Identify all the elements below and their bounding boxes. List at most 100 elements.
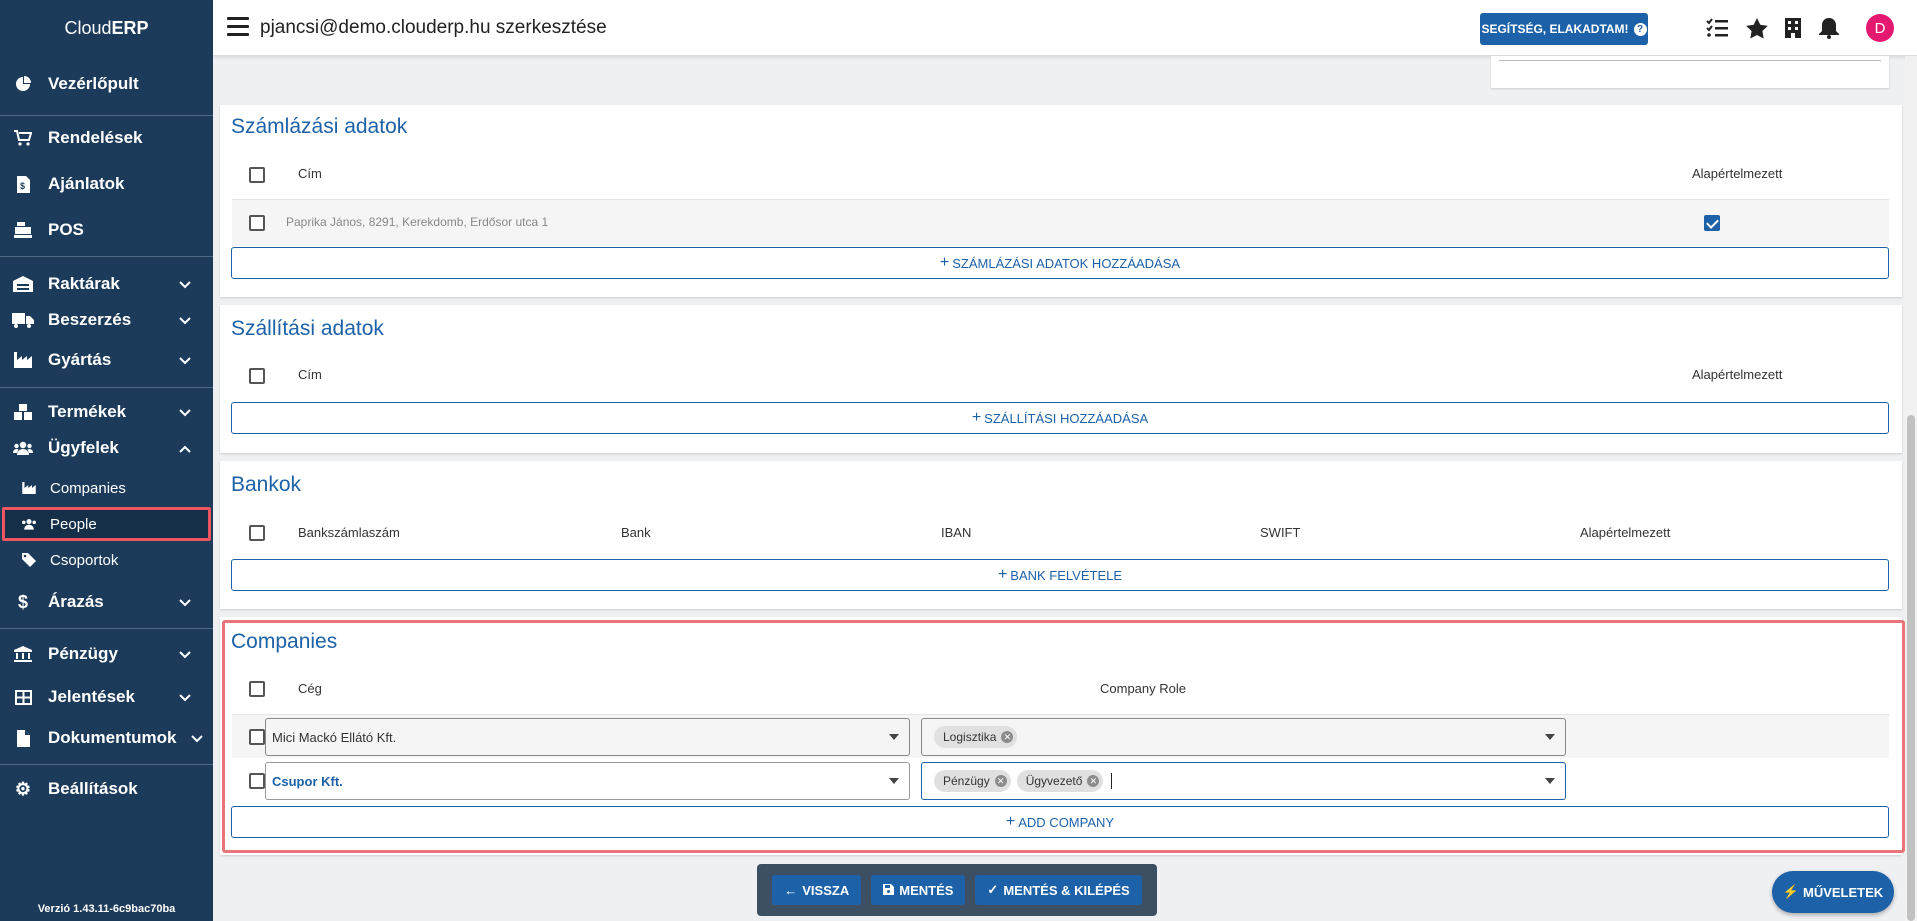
role-chip[interactable]: Ügyvezető ✕: [1016, 770, 1104, 792]
banks-select-all-checkbox[interactable]: [249, 525, 265, 541]
help-button[interactable]: SEGÍTSÉG, ELAKADTAM!?: [1480, 13, 1648, 45]
warehouse-icon: [12, 276, 34, 292]
sidebar-item-quotes[interactable]: $ Ajánlatok: [0, 168, 213, 200]
sidebar: Cloud ERP Vezérlőpult Rendelések $ Ajánla…: [0, 0, 213, 921]
companies-panel: Companies Cég Company Role Mici Mackó El…: [220, 617, 1902, 855]
billing-select-all-checkbox[interactable]: [249, 167, 265, 183]
sidebar-item-products[interactable]: Termékek: [0, 396, 213, 428]
row-checkbox[interactable]: [249, 215, 265, 231]
gear-icon: ⚙: [14, 778, 32, 799]
default-checkbox[interactable]: [1704, 215, 1720, 231]
company-select[interactable]: Mici Mackó Ellátó Kft.: [265, 718, 910, 756]
companies-col-role: Company Role: [1100, 681, 1186, 696]
factory-icon: [12, 352, 34, 368]
banks-title: Bankok: [231, 473, 302, 496]
factory-icon: [20, 482, 38, 494]
dropdown-caret-icon: [889, 734, 899, 740]
shipping-select-all-checkbox[interactable]: [249, 368, 265, 384]
banks-col-default: Alapértelmezett: [1580, 525, 1671, 540]
remove-chip-icon[interactable]: ✕: [1001, 731, 1014, 743]
sidebar-subitem-companies[interactable]: Companies: [0, 472, 213, 504]
users-icon: [12, 441, 34, 455]
remove-chip-icon[interactable]: ✕: [1087, 775, 1100, 787]
bell-icon[interactable]: [1817, 16, 1841, 40]
avatar[interactable]: D: [1866, 14, 1894, 42]
version-label: Verzió 1.43.11-6c9bac70ba: [37, 903, 176, 915]
role-chip[interactable]: Logisztika ✕: [934, 726, 1018, 748]
brand-logo[interactable]: Cloud ERP: [0, 0, 213, 56]
sidebar-item-manufacturing[interactable]: Gyártás: [0, 344, 213, 376]
sidebar-item-warehouses[interactable]: Raktárak: [0, 268, 213, 300]
chevron-down-icon: [179, 350, 191, 370]
add-shipping-button[interactable]: + SZÁLLÍTÁSI HOZZÁADÁSA: [231, 402, 1889, 434]
sidebar-item-customers[interactable]: Ügyfelek: [0, 432, 213, 464]
sidebar-item-settings[interactable]: ⚙ Beállítások: [0, 773, 213, 805]
scrollbar-thumb[interactable]: [1907, 415, 1915, 921]
row-checkbox[interactable]: [249, 773, 265, 789]
chevron-down-icon: [179, 687, 191, 707]
bottom-action-bar: ← VISSZA MENTÉS ✓ MENTÉS & KILÉPÉS: [757, 864, 1157, 916]
dropdown-caret-icon: [1545, 778, 1555, 784]
sidebar-item-purchasing[interactable]: Beszerzés: [0, 304, 213, 336]
companies-select-all-checkbox[interactable]: [249, 681, 265, 697]
save-button[interactable]: MENTÉS: [871, 875, 966, 905]
building-icon[interactable]: [1781, 16, 1805, 40]
sidebar-item-finance[interactable]: Pénzügy: [0, 638, 213, 670]
shipping-title: Szállítási adatok: [231, 317, 384, 340]
partial-card: [1491, 56, 1889, 88]
sidebar-subitem-people[interactable]: People: [0, 508, 213, 540]
sidebar-item-orders[interactable]: Rendelések: [0, 122, 213, 154]
actions-fab-button[interactable]: ⚡ MŰVELETEK: [1772, 871, 1894, 913]
shipping-panel: Szállítási adatok Cím Alapértelmezett + S…: [220, 305, 1902, 453]
chevron-down-icon: [179, 644, 191, 664]
company-role-select[interactable]: Logisztika ✕: [921, 718, 1566, 756]
save-and-exit-button[interactable]: ✓ MENTÉS & KILÉPÉS: [975, 875, 1142, 905]
tags-icon: [20, 553, 38, 567]
banks-panel: Bankok Bankszámlaszám Bank IBAN SWIFT Al…: [220, 461, 1902, 609]
sidebar-subitem-groups[interactable]: Csoportok: [0, 544, 213, 576]
shipping-col-address: Cím: [298, 367, 322, 382]
plus-icon: +: [971, 409, 982, 426]
banks-col-swift: SWIFT: [1260, 525, 1301, 540]
billing-title: Számlázási adatok: [231, 115, 408, 138]
role-chip[interactable]: Pénzügy ✕: [934, 770, 1011, 792]
back-button[interactable]: ← VISSZA: [772, 875, 862, 905]
plus-icon: +: [997, 566, 1008, 583]
table-row: Paprika János, 8291, Kerekdomb, Erdősor …: [232, 199, 1889, 246]
add-company-button[interactable]: + ADD COMPANY: [231, 806, 1889, 838]
tasks-icon[interactable]: [1705, 16, 1729, 40]
floppy-icon: [883, 883, 895, 898]
document-dollar-icon: $: [12, 175, 34, 193]
chevron-down-icon: [179, 402, 191, 422]
billing-col-address: Cím: [298, 166, 322, 181]
chevron-down-icon: [179, 310, 191, 330]
companies-col-company: Cég: [298, 681, 322, 696]
sidebar-item-pricing[interactable]: $ Árazás: [0, 586, 213, 618]
companies-title: Companies: [231, 630, 338, 653]
sidebar-item-pos[interactable]: POS: [0, 214, 213, 246]
company-select[interactable]: Csupor Kft.: [265, 762, 910, 800]
add-bank-button[interactable]: + BANK FELVÉTELE: [231, 559, 1889, 591]
plus-icon: +: [1005, 813, 1016, 830]
check-icon: ✓: [987, 882, 999, 897]
sidebar-item-reports[interactable]: Jelentések: [0, 681, 213, 713]
page-title: pjancsi@demo.clouderp.hu szerkesztése: [260, 17, 607, 38]
menu-icon[interactable]: [227, 17, 249, 41]
company-role-select[interactable]: Pénzügy ✕ Ügyvezető ✕: [921, 762, 1566, 800]
dollar-icon: $: [17, 591, 28, 612]
chevron-down-icon: [179, 592, 191, 612]
table-row: Csupor Kft. Pénzügy ✕ Ügyvezető ✕: [232, 759, 1889, 803]
truck-icon: [12, 312, 34, 328]
text-cursor: [1111, 773, 1113, 789]
add-billing-button[interactable]: + SZÁMLÁZÁSI ADATOK HOZZÁADÁSA: [231, 247, 1889, 279]
sidebar-item-documents[interactable]: Dokumentumok: [0, 722, 213, 754]
svg-text:$: $: [20, 181, 25, 191]
dropdown-caret-icon: [1545, 734, 1555, 740]
top-header: pjancsi@demo.clouderp.hu szerkesztése SE…: [213, 0, 1917, 56]
cash-register-icon: [12, 222, 34, 238]
sidebar-item-dashboard[interactable]: Vezérlőpult: [0, 68, 213, 100]
row-checkbox[interactable]: [249, 729, 265, 745]
remove-chip-icon[interactable]: ✕: [994, 775, 1007, 787]
table-icon: [12, 689, 34, 705]
star-icon[interactable]: [1745, 16, 1769, 40]
